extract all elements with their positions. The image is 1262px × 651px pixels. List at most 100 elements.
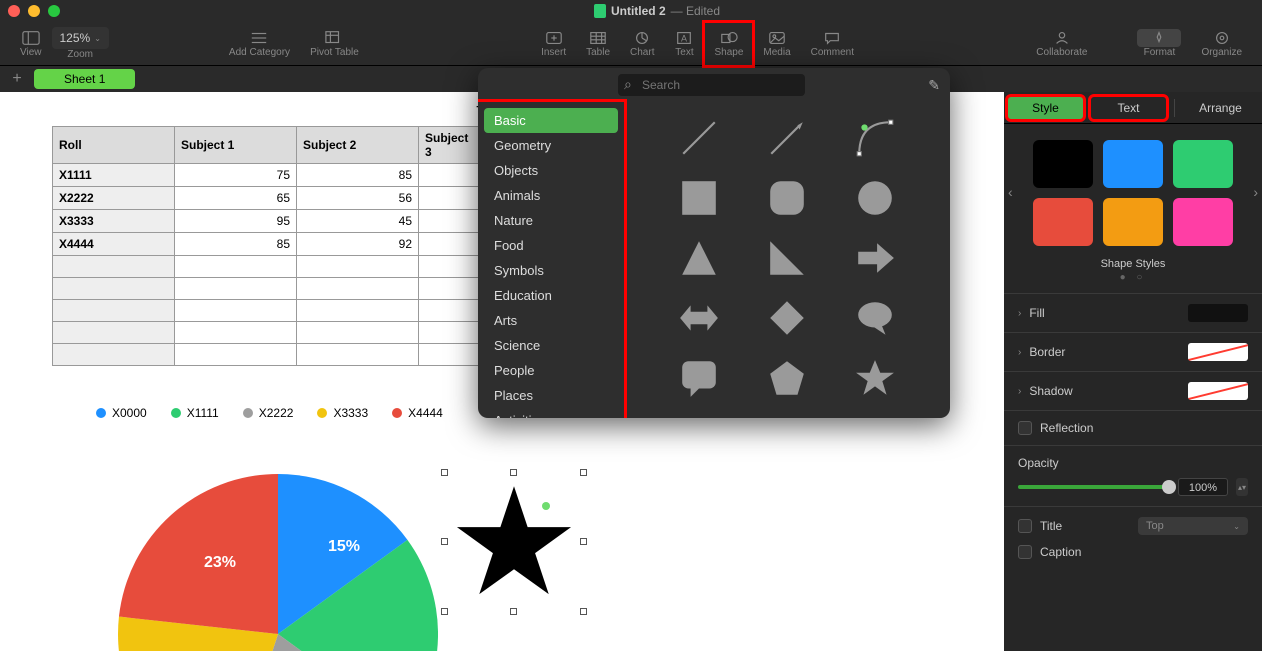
- shape-arrow-right[interactable]: [835, 230, 915, 286]
- shape-category-item[interactable]: People: [484, 358, 618, 383]
- border-style[interactable]: [1188, 343, 1248, 361]
- minimize-window-button[interactable]: [28, 5, 40, 17]
- shape-category-item[interactable]: Science: [484, 333, 618, 358]
- close-window-button[interactable]: [8, 5, 20, 17]
- shape-right-triangle[interactable]: [747, 230, 827, 286]
- inspector-tab-style[interactable]: Style: [1007, 96, 1084, 120]
- shape-speech-bubble[interactable]: [835, 290, 915, 346]
- table-cell[interactable]: 75: [175, 164, 297, 187]
- table-cell[interactable]: [53, 322, 175, 344]
- opacity-slider[interactable]: [1018, 485, 1170, 489]
- col-header[interactable]: Subject 1: [175, 127, 297, 164]
- shape-category-item[interactable]: Symbols: [484, 258, 618, 283]
- shape-pentagon[interactable]: [747, 350, 827, 406]
- shape-square[interactable]: [659, 170, 739, 226]
- table-cell[interactable]: [53, 300, 175, 322]
- pie-chart[interactable]: 15% 20% 23%: [118, 474, 438, 651]
- media-button[interactable]: Media: [753, 22, 800, 66]
- col-header[interactable]: Subject 3: [419, 127, 479, 164]
- shape-arrow-line[interactable]: [747, 110, 827, 166]
- collaborate-button[interactable]: Collaborate: [1026, 22, 1097, 66]
- table-cell[interactable]: 95: [175, 210, 297, 233]
- table-cell[interactable]: [297, 278, 419, 300]
- rotation-handle[interactable]: [542, 502, 550, 510]
- style-swatch[interactable]: [1033, 140, 1093, 188]
- table-cell[interactable]: 85: [297, 164, 419, 187]
- table-cell[interactable]: 65: [175, 187, 297, 210]
- shape-star[interactable]: [835, 350, 915, 406]
- table-cell[interactable]: [297, 256, 419, 278]
- table-cell[interactable]: X3333: [53, 210, 175, 233]
- shape-category-item[interactable]: Basic: [484, 108, 618, 133]
- fill-row[interactable]: › Fill: [1004, 293, 1262, 332]
- table-cell[interactable]: [297, 300, 419, 322]
- view-button[interactable]: View: [10, 22, 52, 66]
- shape-curve[interactable]: [835, 110, 915, 166]
- pen-icon[interactable]: ✎: [928, 77, 940, 94]
- shape-rounded-square[interactable]: [747, 170, 827, 226]
- data-table[interactable]: Roll Subject 1 Subject 2 Subject 3 X1111…: [52, 126, 479, 366]
- fullscreen-window-button[interactable]: [48, 5, 60, 17]
- shape-category-item[interactable]: Places: [484, 383, 618, 408]
- insert-button[interactable]: Insert: [531, 22, 576, 66]
- shape-category-item[interactable]: Activities: [484, 408, 618, 418]
- col-header[interactable]: Subject 2: [297, 127, 419, 164]
- table-cell[interactable]: [53, 256, 175, 278]
- table-cell[interactable]: [419, 278, 479, 300]
- opacity-value[interactable]: 100%: [1178, 478, 1228, 496]
- table-cell[interactable]: [419, 322, 479, 344]
- border-row[interactable]: › Border: [1004, 332, 1262, 371]
- table-cell[interactable]: 92: [297, 233, 419, 256]
- table-cell[interactable]: 56: [297, 187, 419, 210]
- format-button[interactable]: Format: [1127, 22, 1191, 66]
- shape-category-item[interactable]: Animals: [484, 183, 618, 208]
- table-cell[interactable]: [419, 187, 479, 210]
- table-cell[interactable]: [175, 322, 297, 344]
- title-checkbox[interactable]: [1018, 519, 1032, 533]
- shape-line[interactable]: [659, 110, 739, 166]
- style-swatch[interactable]: [1033, 198, 1093, 246]
- table-cell[interactable]: [419, 164, 479, 187]
- shape-arrow-both[interactable]: [659, 290, 739, 346]
- table-button[interactable]: Table: [576, 22, 620, 66]
- table-cell[interactable]: [175, 256, 297, 278]
- style-swatch[interactable]: [1173, 140, 1233, 188]
- style-swatch[interactable]: [1103, 198, 1163, 246]
- reflection-checkbox[interactable]: [1018, 421, 1032, 435]
- shape-search-input[interactable]: [618, 74, 805, 96]
- shape-category-item[interactable]: Nature: [484, 208, 618, 233]
- selected-star-shape[interactable]: [444, 472, 584, 612]
- table-cell[interactable]: [419, 233, 479, 256]
- shape-button[interactable]: Shape: [704, 22, 753, 66]
- shadow-row[interactable]: › Shadow: [1004, 371, 1262, 410]
- table-cell[interactable]: X2222: [53, 187, 175, 210]
- title-position-select[interactable]: Top⌄: [1138, 517, 1248, 535]
- shape-category-item[interactable]: Geometry: [484, 133, 618, 158]
- shape-diamond[interactable]: [747, 290, 827, 346]
- shape-callout[interactable]: [659, 350, 739, 406]
- chart-button[interactable]: Chart: [620, 22, 664, 66]
- col-header[interactable]: Roll: [53, 127, 175, 164]
- shape-category-item[interactable]: Education: [484, 283, 618, 308]
- shape-category-item[interactable]: Food: [484, 233, 618, 258]
- style-swatch[interactable]: [1103, 140, 1163, 188]
- shape-category-item[interactable]: Objects: [484, 158, 618, 183]
- comment-button[interactable]: Comment: [801, 22, 864, 66]
- shape-circle[interactable]: [835, 170, 915, 226]
- table-cell[interactable]: 45: [297, 210, 419, 233]
- table-cell[interactable]: [419, 300, 479, 322]
- table-cell[interactable]: [175, 278, 297, 300]
- shadow-style[interactable]: [1188, 382, 1248, 400]
- pivot-table-button[interactable]: Pivot Table: [300, 22, 369, 66]
- table-cell[interactable]: X4444: [53, 233, 175, 256]
- organize-button[interactable]: Organize: [1191, 22, 1252, 66]
- table-cell[interactable]: [419, 210, 479, 233]
- table-cell[interactable]: [53, 278, 175, 300]
- table-cell[interactable]: 85: [175, 233, 297, 256]
- table-cell[interactable]: X1111: [53, 164, 175, 187]
- add-sheet-button[interactable]: +: [8, 70, 26, 88]
- inspector-tab-text[interactable]: Text: [1090, 96, 1167, 120]
- table-cell[interactable]: [297, 322, 419, 344]
- text-button[interactable]: A Text: [664, 22, 704, 66]
- shape-triangle[interactable]: [659, 230, 739, 286]
